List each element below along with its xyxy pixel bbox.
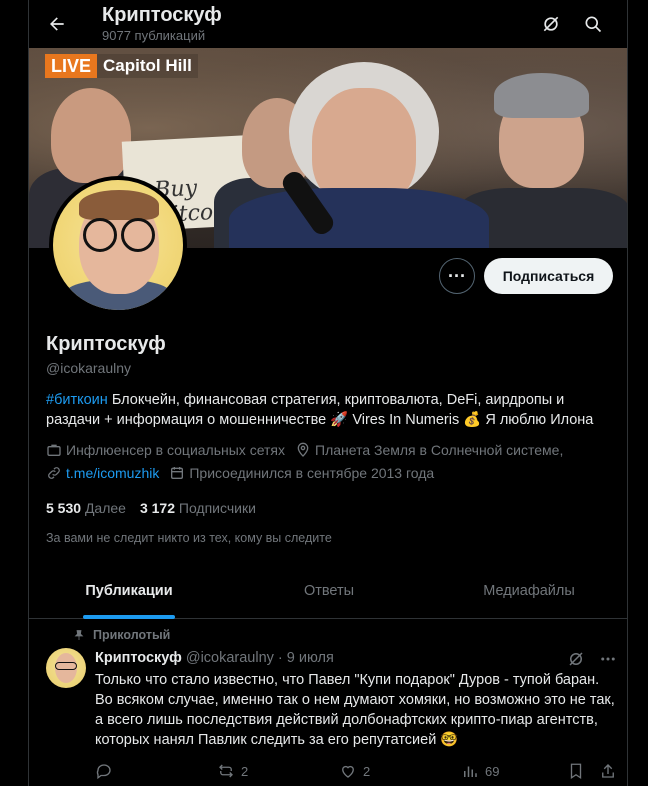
like-count: 2 [363,763,371,779]
repost-button[interactable]: 2 [217,762,248,780]
share-icon [602,764,614,778]
views-count: 69 [485,763,500,779]
followers-you-know: За вами не следит никто из тех, кому вы … [46,531,332,545]
views-button[interactable]: 69 [461,762,499,780]
tweet-header: Криптоскуф @icokaraulny · 9 июля [95,650,334,666]
profile-tabs: Публикации Ответы Медиафайлы [29,563,627,619]
repost-icon [219,764,233,778]
search-button[interactable] [579,10,607,38]
banner-person [229,188,489,248]
location-text: Планета Земля в Солнечной системе, [315,442,564,458]
tweet-handle[interactable]: @icokaraulny [186,650,274,666]
back-button[interactable] [43,10,71,38]
tweet-date[interactable]: 9 июля [287,650,334,666]
tweet-separator: · [277,650,283,666]
header-title: Криптоскуф [102,4,222,26]
profile-column: Криптоскуф 9077 публикаций Buy Bitcoin L… [28,0,628,786]
pinned-text: Приколотый [93,628,171,642]
bio-text: Блокчейн, финансовая стратегия, криптова… [46,392,594,428]
repost-count: 2 [241,763,249,779]
search-icon [585,16,602,33]
banner-person [494,73,589,118]
pinned-label: Приколотый [73,628,170,642]
profile-meta-row: t.me/icomuzhik Присоединился в сентябре … [46,465,444,481]
profile-handle: @icokaraulny [46,360,132,376]
profile-meta-row: Инфлюенсер в социальных сетях Планета Зе… [46,442,573,458]
follow-stats: 5 530 Далее 3 172 Подписчики [46,500,256,516]
bookmark-icon [570,763,582,780]
tab-replies[interactable]: Ответы [229,563,429,619]
more-options-button[interactable]: ··· [439,258,475,294]
post-count: 9077 публикаций [102,28,206,43]
left-gutter [0,0,28,786]
category-text: Инфлюенсер в социальных сетях [66,442,286,458]
following-count: 5 530 [46,500,82,516]
views-icon [464,766,477,777]
pin-icon [74,630,84,640]
profile-header: Криптоскуф 9077 публикаций [29,0,627,48]
tweet-text: Только что стало известно, что Павел "Ку… [95,672,615,748]
live-location: Capitol Hill [97,54,198,78]
grok-icon [543,16,559,32]
joined-text: Присоединился в сентябре 2013 года [189,465,435,481]
share-button[interactable] [599,762,623,780]
profile-name: Криптоскуф [46,333,166,355]
profile-link-text[interactable]: t.me/icomuzhik [66,465,159,481]
reply-button[interactable] [95,762,119,780]
profile-category: Инфлюенсер в социальных сетях [46,442,285,458]
tab-label: Медиафайлы [483,583,575,599]
active-tab-indicator [83,615,175,619]
bio-hashtag[interactable]: #биткоин [46,392,108,408]
following-link[interactable]: 5 530 Далее [46,500,126,516]
grok-button[interactable] [537,10,565,38]
followers-link[interactable]: 3 172 Подписчики [140,500,256,516]
tab-posts[interactable]: Публикации [29,563,229,619]
profile-link: t.me/icomuzhik [46,465,159,481]
grok-icon[interactable] [567,650,585,668]
tab-media[interactable]: Медиафайлы [429,563,627,619]
live-label: LIVE [45,54,98,78]
tweet-actions: 2 2 69 [95,762,615,784]
location-icon [297,442,309,457]
live-badge: LIVE Capitol Hill [45,54,198,78]
profile-joined: Присоединился в сентябре 2013 года [169,465,434,481]
link-icon [48,467,60,479]
banner-person [51,88,131,183]
profile-bio: #биткоин Блокчейн, финансовая стратегия,… [46,390,616,430]
more-icon: ··· [448,265,466,286]
followers-label: Подписчики [178,500,256,516]
tab-label: Публикации [85,583,173,599]
tab-label: Ответы [303,583,355,599]
tweet-top-icons [567,650,617,668]
more-icon[interactable] [599,650,617,668]
back-arrow-icon [50,17,64,31]
tweet-avatar[interactable] [46,648,86,688]
following-label: Далее [84,500,126,516]
like-icon [342,765,354,778]
reply-icon [96,764,111,780]
bookmark-button[interactable] [567,762,591,780]
briefcase-icon [47,444,61,456]
profile-avatar[interactable] [49,176,187,314]
like-button[interactable]: 2 [339,762,370,780]
profile-location: Планета Земля в Солнечной системе, [295,442,563,458]
followers-count: 3 172 [139,500,175,516]
tweet-author[interactable]: Криптоскуф [95,650,182,666]
calendar-icon [171,467,184,479]
subscribe-button[interactable]: Подписаться [484,258,613,294]
